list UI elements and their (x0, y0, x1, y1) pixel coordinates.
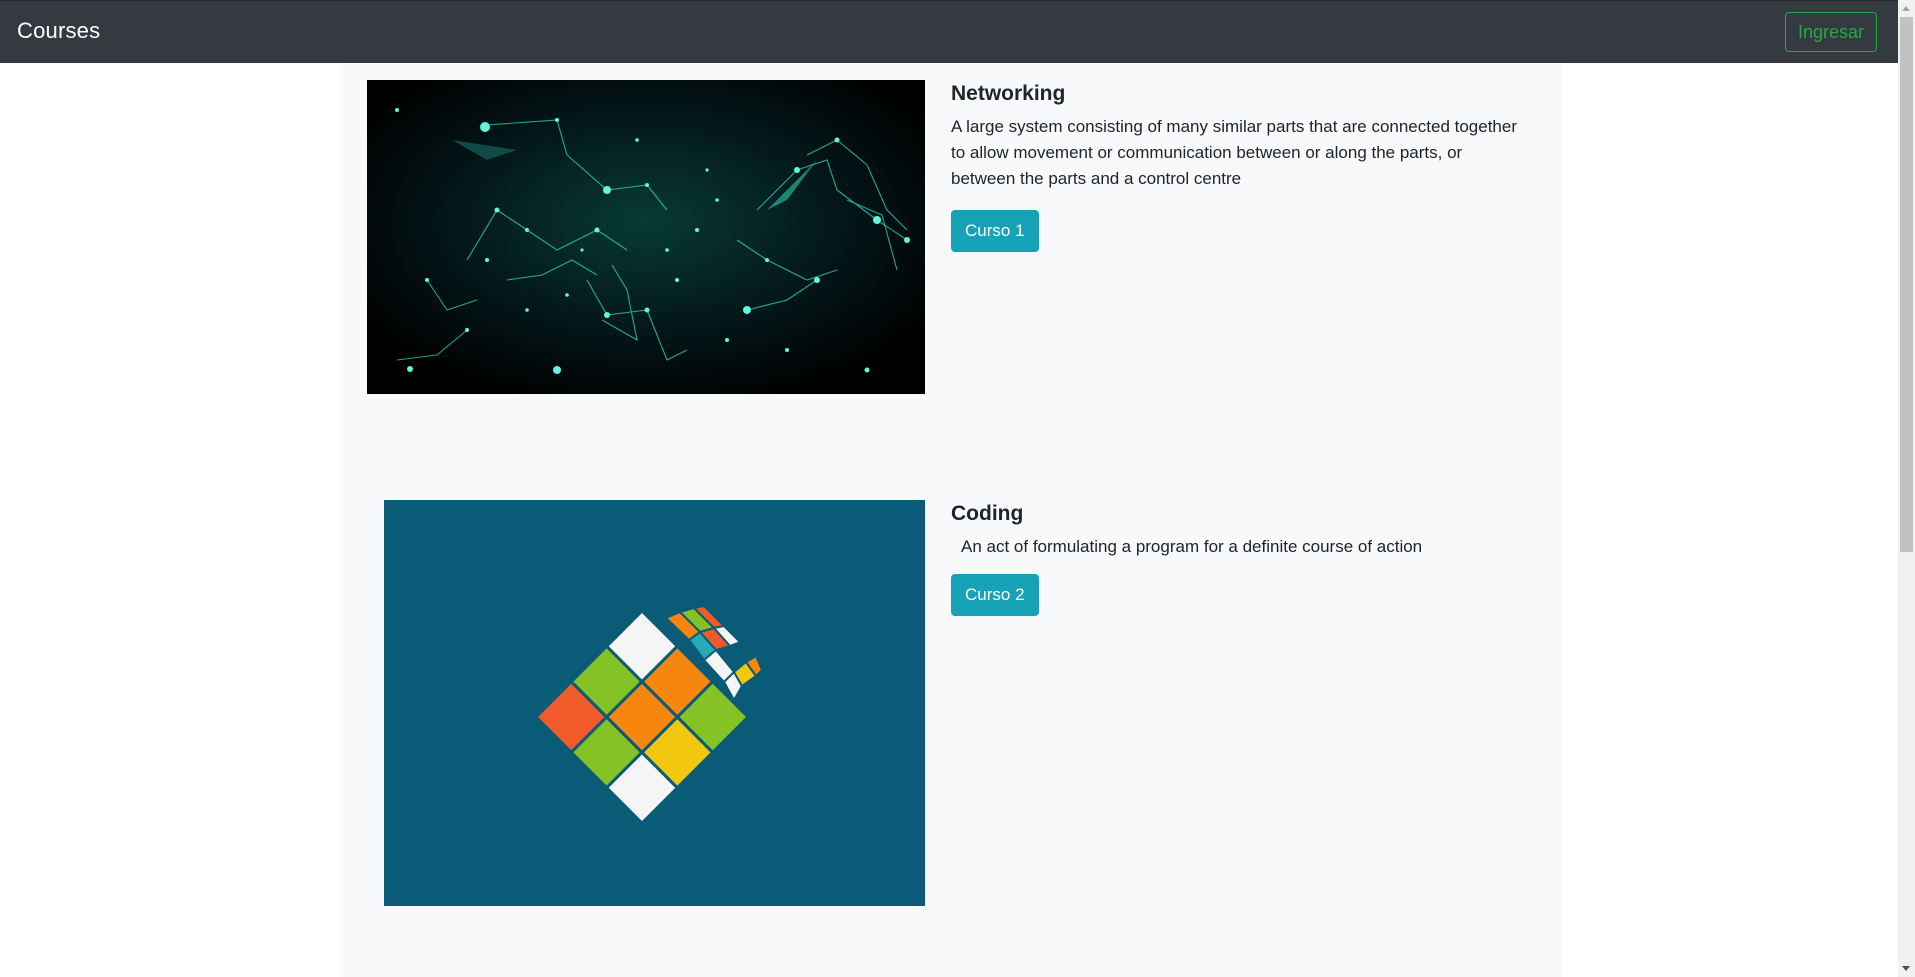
brand-link[interactable]: Courses (17, 18, 100, 44)
course-description: An act of formulating a program for a de… (961, 537, 1423, 556)
top-navbar: Courses Ingresar (0, 0, 1898, 63)
courses-container: Networking A large system consisting of … (341, 63, 1561, 977)
course-body-networking: Networking A large system consisting of … (951, 80, 1531, 252)
course-card-coding: Coding An act of formulating a program f… (341, 500, 1561, 920)
course-1-button[interactable]: Curso 1 (951, 210, 1039, 252)
course-title: Coding (951, 502, 1024, 525)
scrollbar-thumb[interactable] (1900, 17, 1913, 552)
page-scrollbar[interactable] (1898, 0, 1915, 977)
login-button[interactable]: Ingresar (1785, 12, 1877, 52)
course-description: A large system consisting of many simila… (951, 117, 1517, 188)
course-body-coding: Coding An act of formulating a program f… (951, 500, 1531, 616)
network-graph-image (367, 80, 925, 394)
scroll-up-arrow-icon[interactable] (1902, 6, 1910, 11)
course-card-networking: Networking A large system consisting of … (341, 80, 1561, 410)
course-title: Networking (951, 82, 1066, 105)
scroll-down-arrow-icon[interactable] (1902, 966, 1910, 971)
rubiks-cube-image (384, 500, 925, 906)
course-2-button[interactable]: Curso 2 (951, 574, 1039, 616)
